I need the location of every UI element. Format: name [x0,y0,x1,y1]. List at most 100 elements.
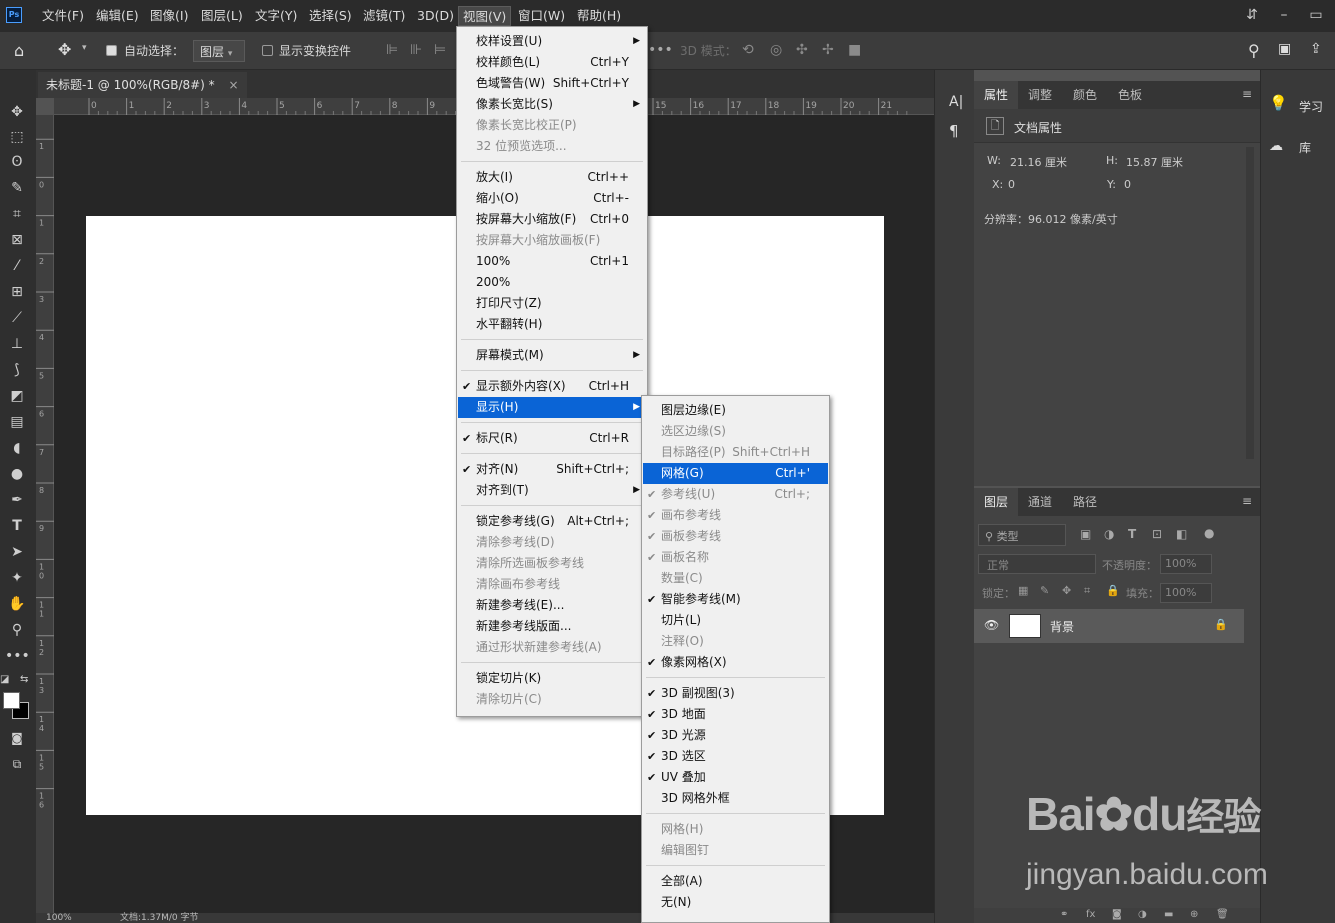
align-left-icon[interactable]: ⊫ [386,42,398,58]
healing-tool-icon[interactable]: ⊞ [5,280,29,304]
view_menu-item[interactable]: 清除参考线(D) [458,532,646,553]
eraser-tool-icon[interactable]: ◩ [5,384,29,408]
brush-tool-icon[interactable]: ⟋ [5,306,29,330]
eye-icon[interactable]: 👁 [984,618,999,632]
share-icon[interactable]: ⇪ [1310,41,1322,57]
view_menu-item[interactable]: 通过形状新建参考线(A) [458,637,646,658]
slide-3d-icon[interactable]: ✢ [822,42,834,58]
creative-cloud-icon[interactable]: ☁ [1269,138,1283,154]
x-value[interactable]: 0 [1008,178,1015,191]
layer-row[interactable]: 👁 背景 🔒 [974,609,1244,643]
view_menu-item[interactable]: 新建参考线版面... [458,616,646,637]
align-center-icon[interactable]: ⊪ [410,42,422,58]
view_menu-item[interactable]: 屏幕模式(M) ▶ [458,345,646,366]
marquee-tool-icon[interactable]: ⬚ [5,125,29,149]
hand-tool-icon[interactable]: ✋ [5,592,29,616]
lock-pixels-icon[interactable]: ▦ [1018,584,1028,597]
type-tool-icon[interactable]: T [5,514,29,538]
view_menu-item[interactable]: 新建参考线(E)... [458,595,646,616]
fill-field[interactable]: 100% [1160,583,1212,603]
orbit-3d-icon[interactable]: ⟲ [742,42,754,58]
workspace-switch-icon[interactable]: ⇵ [1236,0,1268,32]
show_submenu-item[interactable]: 网格(H) [643,819,828,840]
menu-select[interactable]: 选择(S) [309,0,352,32]
pixel-filter-icon[interactable]: ▣ [1080,527,1091,541]
more-tools-icon[interactable]: ••• [5,644,30,668]
show_submenu-item[interactable]: ✔ 智能参考线(M) [643,589,828,610]
view_menu-item[interactable]: 像素长宽比(S) ▶ [458,94,646,115]
view_menu-item[interactable]: 清除切片(C) [458,689,646,710]
show_submenu-item[interactable]: ✔ 像素网格(X) [643,652,828,673]
type-filter-icon[interactable]: T [1128,527,1136,541]
tab-swatches[interactable]: 色板 [1108,81,1152,109]
show_submenu-item[interactable]: 切片(L) [643,610,828,631]
maximize-icon[interactable]: ▭ [1300,0,1332,32]
fx-icon[interactable]: fx [1086,909,1095,920]
show_submenu-item[interactable]: ✔ 3D 选区 [643,746,828,767]
document-tab[interactable]: 未标题-1 @ 100%(RGB/8#) * × [38,72,247,98]
show_submenu-item[interactable]: 无(N) [643,892,828,913]
eyedropper-tool-icon[interactable]: ⁄ [5,254,29,278]
show_submenu-item[interactable]: 目标路径(P) Shift+Ctrl+H [643,442,828,463]
view_menu-item[interactable]: 打印尺寸(Z) [458,293,646,314]
view_menu-item[interactable]: 200% [458,272,646,293]
menu-filter[interactable]: 滤镜(T) [363,0,405,32]
auto-select-checkbox[interactable] [106,45,117,56]
show_submenu-item[interactable]: 注释(O) [643,631,828,652]
workspace-icon[interactable]: ▣ [1278,41,1291,57]
close-icon[interactable]: × [229,78,239,92]
height-value[interactable]: 15.87 厘米 [1126,154,1183,170]
view_menu-item[interactable]: 100% Ctrl+1 [458,251,646,272]
view_menu-item[interactable]: 32 位预览选项... [458,136,646,157]
tab-properties[interactable]: 属性 [974,81,1019,109]
menu-type[interactable]: 文字(Y) [255,0,297,32]
show_submenu-item[interactable]: 网格(G) Ctrl+' [643,463,828,484]
more-options-icon[interactable]: ••• [648,42,673,58]
show_submenu-item[interactable]: ✔ 画板参考线 [643,526,828,547]
menu-file[interactable]: 文件(F) [42,0,84,32]
character-panel-icon[interactable]: A| [949,94,963,110]
move-tool-icon[interactable]: ✥ [5,100,29,124]
lock-all-icon[interactable]: 🔒 [1106,584,1120,597]
lightbulb-icon[interactable]: 💡 [1269,94,1288,112]
new-layer-icon[interactable]: ⊕ [1190,909,1198,920]
blend-mode-dropdown[interactable]: 正常 [978,554,1096,574]
view_menu-item[interactable]: 按屏幕大小缩放画板(F) [458,230,646,251]
view_menu-item[interactable]: 像素长宽比校正(P) [458,115,646,136]
zoom-level[interactable]: 100% [46,913,72,923]
show-transform-checkbox[interactable] [262,45,273,56]
view_menu-item[interactable]: 放大(I) Ctrl++ [458,167,646,188]
layer-dropdown[interactable]: 图层 ▾ [193,40,245,62]
mask-icon[interactable]: ◙ [1112,909,1122,920]
panel-menu-icon[interactable]: ≡ [1242,494,1252,508]
view_menu-item[interactable]: 校样颜色(L) Ctrl+Y [458,52,646,73]
view_menu-item[interactable]: ✔ 标尺(R) Ctrl+R [458,428,646,449]
link-icon[interactable]: ⚭ [1060,909,1068,920]
show_submenu-item[interactable]: 数量(C) [643,568,828,589]
home-icon[interactable]: ⌂ [14,41,24,60]
menu-edit[interactable]: 编辑(E) [96,0,139,32]
lasso-tool-icon[interactable]: ʘ [5,150,29,174]
quick-mask-icon[interactable]: ◙ [5,726,29,750]
menu-layer[interactable]: 图层(L) [201,0,243,32]
view_menu-item[interactable]: 色域警告(W) Shift+Ctrl+Y [458,73,646,94]
history-brush-icon[interactable]: ⟆ [5,358,29,382]
show_submenu-item[interactable]: ✔ 3D 副视图(3) [643,683,828,704]
paragraph-panel-icon[interactable]: ¶ [949,122,959,140]
lock-artboard-icon[interactable]: ⌗ [1084,584,1090,598]
folder-icon[interactable]: ▬ [1164,909,1173,920]
swap-colors-icon[interactable]: ⇆ [20,674,28,685]
stamp-tool-icon[interactable]: ⊥ [5,332,29,356]
tab-paths[interactable]: 路径 [1063,488,1107,516]
adjustment-icon[interactable]: ◑ [1138,909,1147,920]
tab-layers[interactable]: 图层 [974,488,1019,516]
show_submenu-item[interactable]: 全部(A) [643,871,828,892]
view_menu-item[interactable]: 显示(H) ▶ [458,397,646,418]
show_submenu-item[interactable]: 3D 网格外框 [643,788,828,809]
quick-select-tool-icon[interactable]: ✎ [5,176,29,200]
width-value[interactable]: 21.16 厘米 [1010,154,1067,170]
panel-menu-icon[interactable]: ≡ [1242,87,1252,101]
tab-color[interactable]: 颜色 [1063,81,1107,109]
view_menu-item[interactable]: 按屏幕大小缩放(F) Ctrl+0 [458,209,646,230]
chevron-down-icon[interactable]: ▾ [82,43,87,53]
